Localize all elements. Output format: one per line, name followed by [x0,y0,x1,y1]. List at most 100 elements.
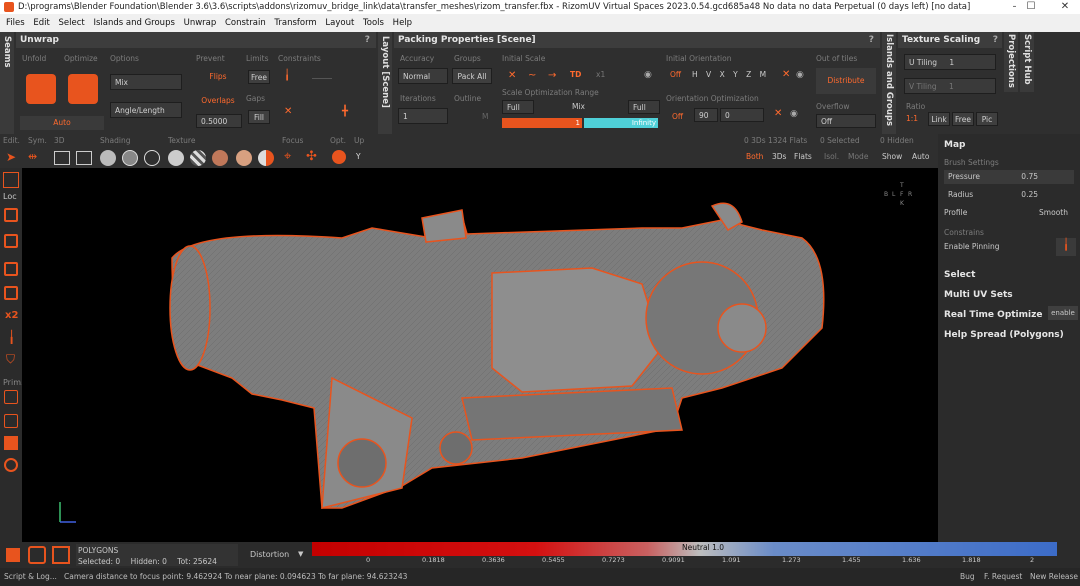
up-axis-select[interactable]: Y [356,152,361,161]
u-tiling-field[interactable]: U Tiling 1 [904,54,996,70]
eye-icon[interactable]: ◉ [644,70,652,80]
prim-island-icon[interactable] [4,458,18,472]
edge-mode-icon[interactable] [52,546,70,564]
orientation-value-input[interactable]: 0 [720,108,764,122]
menu-unwrap[interactable]: Unwrap [184,18,217,28]
scale-range-max[interactable]: Infinity [584,118,658,128]
help-spread-section[interactable]: Help Spread (Polygons) [940,330,1064,340]
pin-constraint-icon[interactable]: ╽ [284,70,290,81]
accuracy-select[interactable]: Normal [398,68,448,84]
prevent-value-input[interactable]: 0.5000 [196,114,242,128]
bug-button[interactable]: Bug [960,568,975,586]
x1-button[interactable]: x1 [596,70,605,79]
scale-arrow-icon[interactable]: → [548,70,556,81]
new-release-button[interactable]: New Release [1030,568,1078,586]
pin-remove-icon[interactable]: ✕ [284,106,292,117]
opt-icon[interactable] [332,150,346,164]
prim-polygon-icon[interactable] [4,436,18,450]
scale-range-min[interactable]: 1 [502,118,582,128]
texture-plain-icon[interactable] [168,150,184,166]
pack-all-button[interactable]: Pack All [452,68,492,84]
script-log-button[interactable]: Script & Log... [4,568,57,586]
edge-constraint-icon[interactable] [312,78,332,79]
projections-tab[interactable]: Projections [1004,32,1018,92]
scale-mix-button[interactable]: Mix [572,102,585,111]
pressure-field[interactable]: Pressure 0.75 [944,170,1074,184]
islands-groups-tab[interactable]: Islands and Groups [882,32,896,134]
scale-full-select[interactable]: Full [502,100,534,114]
auto-show-button[interactable]: Auto [912,152,929,161]
scale-full2-select[interactable]: Full [628,100,660,114]
shading-grid-icon[interactable] [144,150,160,166]
axis-cube-back[interactable]: B [884,191,888,199]
close-button[interactable]: ✕ [1050,0,1080,14]
axis-cube-left[interactable]: L [892,191,895,199]
menu-select[interactable]: Select [59,18,85,28]
v-tiling-field[interactable]: V Tiling 1 [904,78,996,94]
axis-cube[interactable]: T B L F R K [884,182,924,208]
axis-cube-bottom[interactable]: K [900,200,904,208]
ratio-button[interactable]: 1:1 [906,114,918,123]
menu-help[interactable]: Help [393,18,412,28]
symmetry-icon[interactable]: ⇹ [28,150,37,163]
distribute-button[interactable]: Distribute [816,68,876,94]
prim-edge-icon[interactable] [4,414,18,428]
menu-islands-groups[interactable]: Islands and Groups [93,18,174,28]
pin-tool-icon[interactable]: ╽ [8,330,15,344]
frame-view-icon[interactable] [54,151,70,165]
menu-edit[interactable]: Edit [33,18,49,28]
island-mode-icon[interactable] [28,546,46,564]
texture-checker-icon[interactable] [190,150,206,166]
orientation-opt-off[interactable]: Off [672,112,683,121]
real-time-optimize-section[interactable]: Real Time Optimize [940,310,1042,320]
profile-field[interactable]: Profile Smooth [944,206,1074,220]
overlaps-toggle[interactable]: Overlaps [196,94,240,108]
menu-files[interactable]: Files [6,18,25,28]
unwrap-help-button[interactable]: ? [365,32,370,48]
axis-v[interactable]: V [706,70,711,79]
scale-wave-icon[interactable]: ~ [528,70,536,81]
island-tool-icon[interactable] [4,208,18,222]
feature-request-button[interactable]: F. Request [984,568,1022,586]
script-hub-tab[interactable]: Script Hub [1020,32,1034,92]
texture-distortion-icon[interactable] [258,150,274,166]
rect-select-icon[interactable] [3,172,19,188]
axis-m[interactable]: M [760,70,766,79]
texture-map-icon[interactable] [212,150,228,166]
overflow-select[interactable]: Off [816,114,876,128]
axis-cube-front[interactable]: F [900,191,903,199]
enable-button[interactable]: enable [1048,306,1078,320]
iterations-input[interactable]: 1 [398,108,448,124]
flats-button[interactable]: Flats [794,152,812,161]
orientation-degree-input[interactable]: 90 [694,108,718,122]
auto-button[interactable]: Auto [20,116,104,130]
limits-free-button[interactable]: Free [248,70,270,84]
shading-solid-icon[interactable] [100,150,116,166]
axis-constraint-icon[interactable]: ╋ [342,106,348,117]
free-button[interactable]: Free [952,112,974,126]
gaps-fill-button[interactable]: Fill [248,110,270,124]
distortion-dropdown-icon[interactable]: ▼ [298,550,303,558]
isol-button[interactable]: Isol. [824,152,839,161]
texture-color-icon[interactable] [236,150,252,166]
shading-wire-icon[interactable] [122,150,138,166]
packing-help-button[interactable]: ? [869,32,874,48]
scale-cross-icon[interactable]: ✕ [508,70,516,81]
layout-view-icon[interactable] [76,151,92,165]
menu-constrain[interactable]: Constrain [225,18,266,28]
multi-uv-sets-section[interactable]: Multi UV Sets [940,290,1013,300]
seams-tab[interactable]: Seams [0,32,14,134]
menu-layout[interactable]: Layout [325,18,354,28]
axis-cube-right[interactable]: R [908,191,912,199]
maximize-button[interactable]: ☐ [1016,0,1046,14]
polygon-mode-icon[interactable] [6,548,20,562]
orientation-opt-eye-icon[interactable]: ◉ [790,109,798,119]
options-mix-select[interactable]: Mix [110,74,182,90]
axis-y[interactable]: Y [733,70,738,79]
axis-z[interactable]: Z [746,70,751,79]
select-arrow-icon[interactable]: ➤ [6,150,16,164]
angle-length-select[interactable]: Angle/Length [110,102,182,118]
grid-tool-icon[interactable] [4,234,18,248]
shield-tool-icon[interactable]: ⛉ [6,352,15,367]
unfold-tool-icon[interactable] [4,262,18,276]
